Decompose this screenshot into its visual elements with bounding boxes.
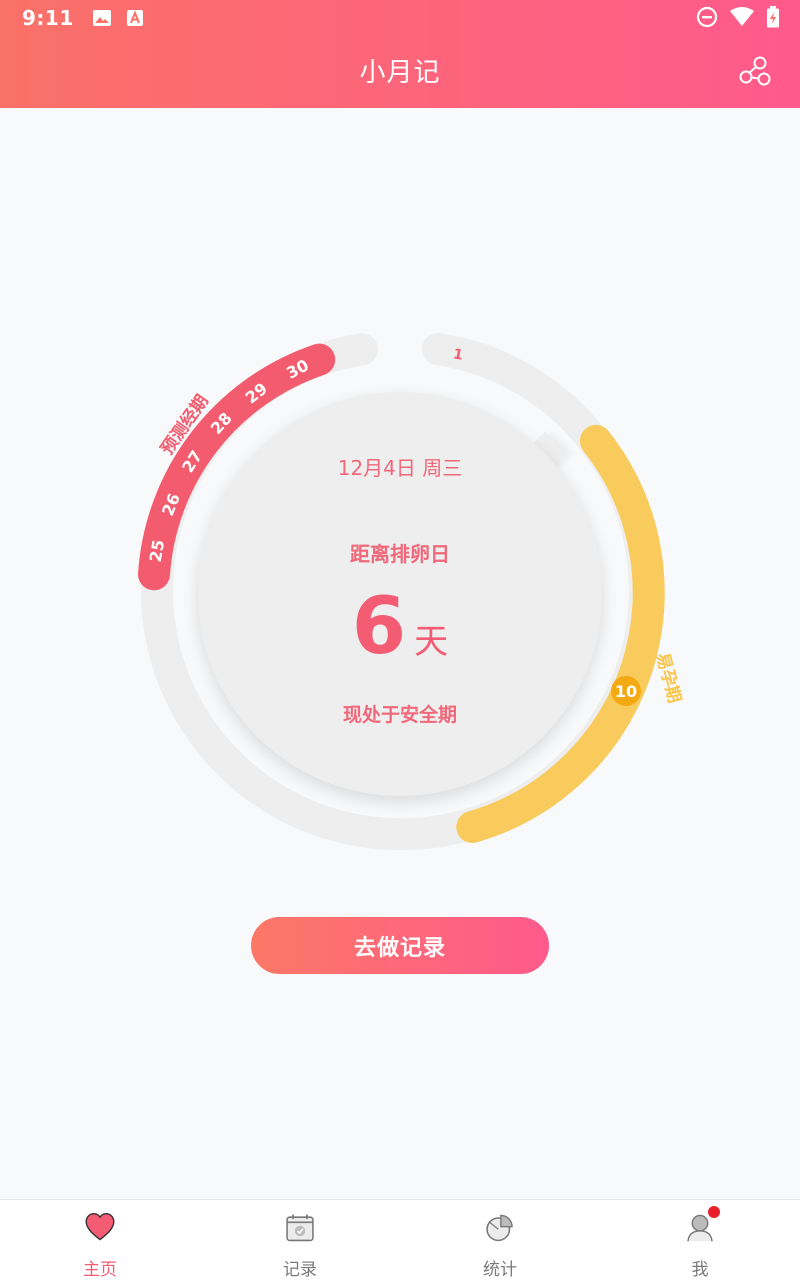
ovulation-day-label: 10 — [615, 682, 637, 701]
nav-label-record: 记录 — [283, 1260, 317, 1280]
current-date: 12月4日 周三 — [337, 456, 463, 480]
bottom-nav: 主页 记录 统计 我 — [0, 1199, 800, 1280]
pie-chart-icon — [486, 1214, 513, 1242]
nav-item-me[interactable]: 我 — [600, 1200, 800, 1280]
calendar-icon — [286, 1214, 314, 1242]
ovulation-countdown-label: 距离排卵日 — [350, 542, 450, 566]
nav-label-stats: 统计 — [483, 1260, 517, 1280]
heart-icon — [85, 1213, 115, 1241]
nav-label-me: 我 — [691, 1260, 709, 1280]
days-value: 6 — [351, 582, 407, 672]
days-unit: 天 — [414, 622, 449, 662]
nav-item-stats[interactable]: 统计 — [400, 1200, 600, 1280]
ovulation-countdown: 6天 — [0, 582, 800, 672]
notification-badge — [708, 1206, 720, 1218]
nav-item-record[interactable]: 记录 — [200, 1200, 400, 1280]
nav-item-home[interactable]: 主页 — [0, 1200, 200, 1280]
nav-label-home: 主页 — [83, 1260, 117, 1280]
cycle-status: 现处于安全期 — [342, 704, 457, 726]
go-record-button[interactable]: 去做记录 — [251, 917, 549, 974]
